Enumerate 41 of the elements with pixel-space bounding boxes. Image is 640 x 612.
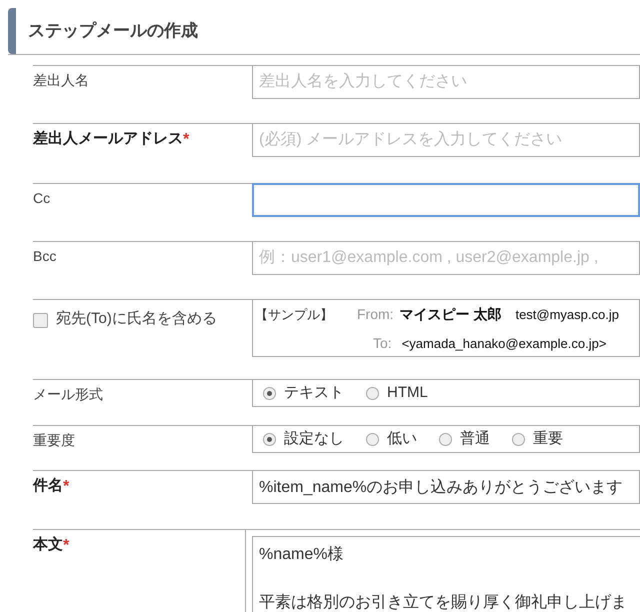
field-label: Bcc <box>33 247 56 266</box>
field-label: メール形式 <box>33 385 103 404</box>
required-mark: * <box>183 130 190 150</box>
radio-button[interactable] <box>366 432 379 446</box>
message-text: 平素は格別のお引き立てを賜り厚く御礼申し上げま <box>259 592 628 612</box>
field-label: Cc <box>33 189 50 208</box>
sender-address: test@myasp.co.jp <box>515 306 619 324</box>
to-label: To: <box>373 334 392 353</box>
from-label: From: <box>357 305 394 324</box>
recipient-address: <yamada_hanako@example.co.jp> <box>402 335 606 353</box>
message-textarea[interactable]: %name%様 平素は格別のお引き立てを賜り厚く御礼申し上げま <box>252 536 640 612</box>
sender-name: マイスピー 太郎 <box>400 305 502 324</box>
input-field[interactable]: 例：user1@example.com , user2@example.jp , <box>252 241 640 275</box>
sample-title: 【サンプル】 <box>255 306 333 324</box>
input-field[interactable]: (必須) メールアドレスを入力してください <box>252 123 640 157</box>
input-field[interactable]: 差出人名を入力してください <box>252 65 640 99</box>
field-label: 本文 <box>33 535 63 555</box>
input-field[interactable]: %item_name%のお申し込みありがとうございます <box>252 470 640 504</box>
radio-button[interactable] <box>263 386 276 400</box>
checkbox-label[interactable]: 宛先(To)に氏名を含める <box>56 308 217 330</box>
field-label: 差出人メールアドレス <box>33 129 183 149</box>
radio-label[interactable]: 設定なし <box>284 428 344 450</box>
radio-label[interactable]: 普通 <box>460 428 490 450</box>
checkbox[interactable] <box>33 312 48 328</box>
radio-label[interactable]: テキスト <box>284 382 344 404</box>
required-mark: * <box>63 536 70 556</box>
required-mark: * <box>63 477 70 497</box>
field-label: 差出人名 <box>33 71 89 90</box>
input-field[interactable] <box>252 183 640 217</box>
message-text: %name%様 <box>259 545 344 565</box>
radio-button[interactable] <box>263 432 276 446</box>
accent-bar <box>8 8 16 54</box>
section-title: ステップメールの作成 <box>27 20 198 42</box>
radio-button[interactable] <box>366 386 379 400</box>
field-label: 件名 <box>33 476 63 496</box>
radio-label[interactable]: HTML <box>387 382 428 404</box>
radio-button[interactable] <box>512 432 525 446</box>
radio-button[interactable] <box>439 432 452 446</box>
radio-label[interactable]: 重要 <box>533 428 563 450</box>
radio-label[interactable]: 低い <box>387 428 417 450</box>
field-label: 重要度 <box>33 431 75 450</box>
